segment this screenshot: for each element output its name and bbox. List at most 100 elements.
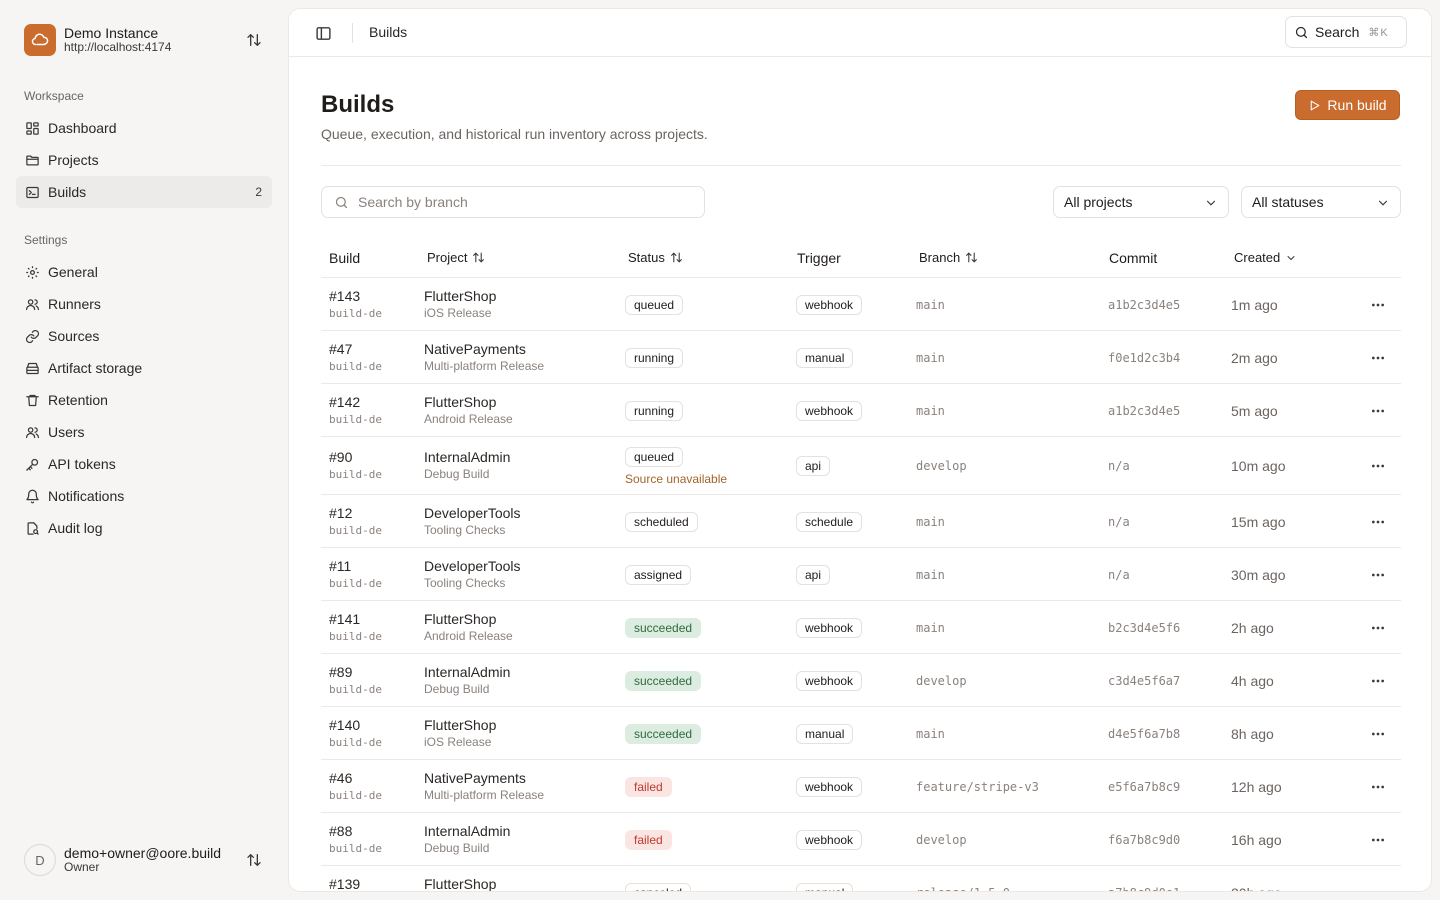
table-row[interactable]: #141 build-de FlutterShop Android Release su…: [321, 601, 1401, 654]
status-badge: succeeded: [625, 618, 702, 638]
sidebar-item-label: Sources: [48, 328, 100, 344]
status-badge: queued: [625, 295, 684, 315]
switch-account-icon[interactable]: [244, 850, 264, 870]
workspace-section-label: Workspace: [24, 89, 84, 103]
status-filter-select[interactable]: All statuses: [1241, 186, 1401, 218]
table-row[interactable]: #47 build-de NativePayments Multi-platform …: [321, 331, 1401, 384]
project-filter-select[interactable]: All projects: [1053, 186, 1229, 218]
build-cell[interactable]: #11 build-de: [329, 558, 382, 590]
global-search-button[interactable]: Search ⌘K: [1285, 16, 1407, 48]
sidebar-item-sources[interactable]: Sources: [16, 320, 272, 352]
sidebar-item-artifact-storage[interactable]: Artifact storage: [16, 352, 272, 384]
branch-name: develop: [916, 833, 967, 847]
row-actions-icon[interactable]: [1368, 297, 1388, 313]
table-row[interactable]: #88 build-de InternalAdmin Debug Build faile…: [321, 813, 1401, 866]
sidebar-item-builds[interactable]: Builds 2: [16, 176, 272, 208]
row-actions-icon[interactable]: [1368, 403, 1388, 419]
commit-hash: n/a: [1108, 459, 1130, 473]
branch-search-input[interactable]: Search by branch: [321, 186, 705, 218]
sidebar-item-api-tokens[interactable]: API tokens: [16, 448, 272, 480]
column-created[interactable]: Created: [1234, 250, 1297, 265]
build-cell[interactable]: #141 build-de: [329, 611, 382, 643]
sidebar-item-runners[interactable]: Runners: [16, 288, 272, 320]
branch-name: main: [916, 568, 945, 582]
row-actions-icon[interactable]: [1368, 350, 1388, 366]
trigger-badge: webhook: [796, 295, 863, 315]
table-row[interactable]: #12 build-de DeveloperTools Tooling Checks s…: [321, 495, 1401, 548]
column-branch[interactable]: Branch: [919, 250, 978, 265]
row-actions-icon[interactable]: [1368, 514, 1388, 530]
row-actions-icon[interactable]: [1368, 832, 1388, 848]
build-cell[interactable]: #143 build-de: [329, 288, 382, 320]
sidebar-item-label: Builds: [48, 184, 87, 200]
row-actions-icon[interactable]: [1368, 458, 1388, 474]
column-status[interactable]: Status: [628, 250, 683, 265]
build-cell[interactable]: #89 build-de: [329, 664, 382, 696]
switch-instance-icon[interactable]: [244, 30, 264, 50]
folder-icon: [24, 152, 40, 168]
created-time: 16h ago: [1231, 832, 1282, 848]
table-row[interactable]: #139build-de FlutterShop canceled manual rel…: [321, 866, 1401, 891]
build-cell[interactable]: #47 build-de: [329, 341, 382, 373]
project-config: iOS Release: [424, 306, 492, 320]
row-actions-icon[interactable]: [1368, 726, 1388, 742]
users-icon: [24, 424, 40, 440]
builds-count-badge: 2: [255, 185, 262, 199]
table-row[interactable]: #11 build-de DeveloperTools Tooling Checks a…: [321, 548, 1401, 601]
user-menu[interactable]: D demo+owner@oore.build Owner: [24, 844, 272, 876]
table-row[interactable]: #46 build-de NativePayments Multi-platform …: [321, 760, 1401, 813]
row-actions-icon[interactable]: [1368, 673, 1388, 689]
build-cell[interactable]: #88 build-de: [329, 823, 382, 855]
column-project[interactable]: Project: [427, 250, 485, 265]
sort-icon: [472, 251, 485, 264]
sidebar-item-label: Projects: [48, 152, 99, 168]
status-cell: failed: [625, 777, 672, 797]
gear-icon: [24, 264, 40, 280]
build-id: build-de: [329, 842, 382, 855]
trigger-badge: schedule: [796, 512, 863, 532]
status-cell: scheduled: [625, 512, 698, 532]
branch-name: develop: [916, 459, 967, 473]
sidebar-item-users[interactable]: Users: [16, 416, 272, 448]
build-cell[interactable]: #90 build-de: [329, 449, 382, 481]
build-cell[interactable]: #139build-de: [329, 876, 382, 891]
sidebar-item-projects[interactable]: Projects: [16, 144, 272, 176]
branch-search-placeholder: Search by branch: [358, 194, 468, 210]
row-actions-icon[interactable]: [1368, 885, 1388, 891]
sidebar: Demo Instance http://localhost:4174 Work…: [0, 0, 288, 900]
sidebar-item-label: API tokens: [48, 456, 116, 472]
table-row[interactable]: #89 build-de InternalAdmin Debug Build succe…: [321, 654, 1401, 707]
table-row[interactable]: #140 build-de FlutterShop iOS Release succee…: [321, 707, 1401, 760]
instance-switcher[interactable]: Demo Instance http://localhost:4174: [24, 24, 272, 56]
sidebar-item-audit-log[interactable]: Audit log: [16, 512, 272, 544]
build-id: build-de: [329, 683, 382, 696]
breadcrumb: Builds: [369, 24, 408, 40]
table-row[interactable]: #90 build-de InternalAdmin Debug Build queue…: [321, 437, 1401, 495]
row-actions-icon[interactable]: [1368, 779, 1388, 795]
sidebar-item-dashboard[interactable]: Dashboard: [16, 112, 272, 144]
commit-hash: n/a: [1108, 515, 1130, 529]
run-build-button[interactable]: Run build: [1295, 90, 1400, 120]
row-actions-icon[interactable]: [1368, 567, 1388, 583]
sidebar-toggle-icon[interactable]: [313, 23, 333, 43]
build-cell[interactable]: #140 build-de: [329, 717, 382, 749]
sidebar-item-notifications[interactable]: Notifications: [16, 480, 272, 512]
sidebar-item-label: Retention: [48, 392, 108, 408]
project-cell: NativePayments Multi-platform Release: [424, 770, 544, 802]
build-number: #88: [329, 823, 353, 839]
row-actions-icon[interactable]: [1368, 620, 1388, 636]
table-row[interactable]: #143 build-de FlutterShop iOS Release queued…: [321, 278, 1401, 331]
sidebar-item-retention[interactable]: Retention: [16, 384, 272, 416]
project-name: NativePayments: [424, 341, 526, 357]
page-title: Builds: [321, 91, 395, 118]
created-time: 15m ago: [1231, 514, 1286, 530]
project-cell: FlutterShop iOS Release: [424, 717, 496, 749]
build-cell[interactable]: #12 build-de: [329, 505, 382, 537]
build-cell[interactable]: #142 build-de: [329, 394, 382, 426]
sidebar-item-label: Runners: [48, 296, 101, 312]
sidebar-item-general[interactable]: General: [16, 256, 272, 288]
table-row[interactable]: #142 build-de FlutterShop Android Release ru…: [321, 384, 1401, 437]
search-label: Search: [1315, 24, 1360, 40]
search-icon: [1294, 25, 1309, 40]
build-cell[interactable]: #46 build-de: [329, 770, 382, 802]
